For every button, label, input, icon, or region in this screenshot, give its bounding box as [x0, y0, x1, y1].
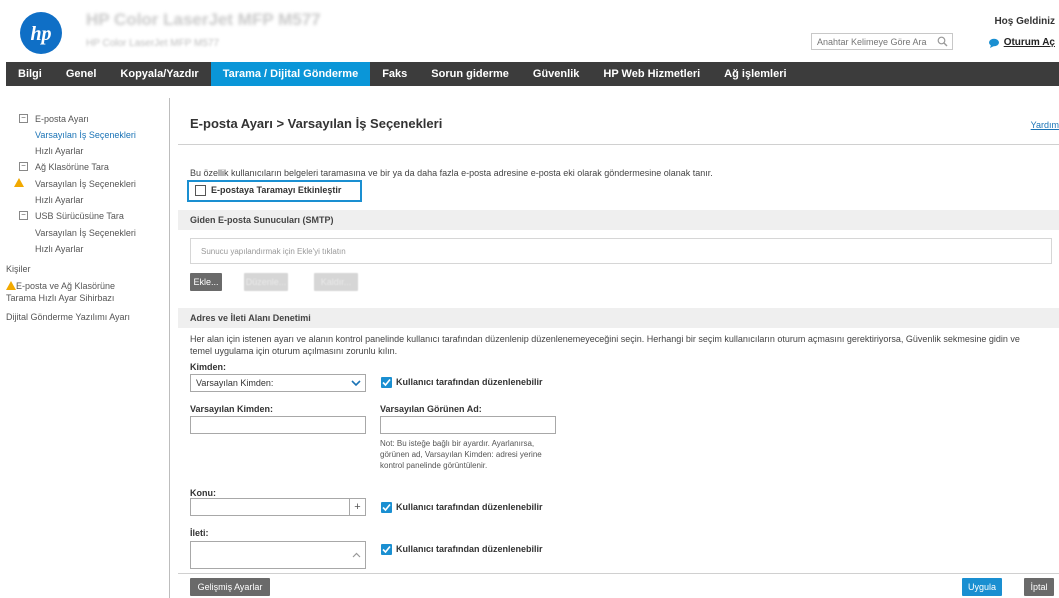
nav-item-1[interactable]: Genel — [54, 62, 109, 86]
sidebar-item-usb-default-options[interactable]: Varsayılan İş Seçenekleri — [35, 228, 136, 238]
sidebar-item-folder-default-options[interactable]: Varsayılan İş Seçenekleri — [35, 179, 136, 189]
nav-item-4[interactable]: Faks — [370, 62, 419, 86]
message-editable-label: Kullanıcı tarafından düzenlenebilir — [396, 544, 543, 554]
nav-item-6[interactable]: Güvenlik — [521, 62, 591, 86]
warning-icon — [14, 178, 24, 187]
enable-email-scan[interactable]: E-postaya Taramayı Etkinleştir — [187, 180, 362, 202]
sidebar: − E-posta Ayarı Varsayılan İş Seçenekler… — [6, 98, 170, 598]
nav-item-7[interactable]: HP Web Hizmetleri — [591, 62, 712, 86]
nav-item-2[interactable]: Kopyala/Yazdır — [108, 62, 210, 86]
collapse-toggle-icon[interactable]: − — [19, 162, 28, 171]
nav-item-0[interactable]: Bilgi — [6, 62, 54, 86]
search-box[interactable] — [811, 33, 953, 50]
scroll-up-icon[interactable] — [352, 552, 361, 558]
sidebar-item-network-folder[interactable]: Ağ Klasörüne Tara — [35, 162, 109, 172]
sidebar-item-email-default-options[interactable]: Varsayılan İş Seçenekleri — [35, 130, 136, 140]
smtp-server-list[interactable]: Sunucu yapılandırmak için Ekle'yi tıklat… — [190, 238, 1052, 264]
smtp-section-title: Giden E-posta Sunucuları (SMTP) — [190, 215, 334, 225]
plus-icon[interactable]: + — [349, 499, 365, 515]
hp-logo[interactable]: hp — [20, 12, 62, 54]
subject-label: Konu: — [190, 488, 216, 498]
address-description-line-2: temel uygulama için oturum açılmasını zo… — [190, 346, 398, 356]
product-subtitle: HP Color LaserJet MFP M577 — [86, 38, 220, 49]
default-from-input[interactable] — [190, 416, 366, 434]
subject-editable-label: Kullanıcı tarafından düzenlenebilir — [396, 502, 543, 512]
search-input[interactable] — [812, 34, 932, 49]
from-select-value: Varsayılan Kimden: — [196, 378, 274, 388]
sidebar-item-usb-quick-sets[interactable]: Hızlı Ayarlar — [35, 244, 83, 254]
search-icon[interactable] — [937, 36, 948, 47]
collapse-toggle-icon[interactable]: − — [19, 114, 28, 123]
sidebar-item-quick-set-wizard[interactable]: E-posta ve Ağ Klasörüne — [16, 281, 115, 291]
sign-in-link[interactable]: Oturum Aç — [988, 37, 1055, 48]
display-name-note: Not: Bu isteğe bağlı bir ayardır. Ayarla… — [380, 439, 542, 470]
display-name-label: Varsayılan Görünen Ad: — [380, 404, 482, 414]
subject-editable-checkbox[interactable] — [381, 502, 392, 513]
header: hp HP Color LaserJet MFP M577 HP Color L… — [0, 0, 1059, 62]
add-server-button[interactable]: Ekle... — [190, 273, 222, 291]
enable-email-scan-checkbox[interactable] — [195, 185, 206, 196]
sidebar-item-email-quick-sets[interactable]: Hızlı Ayarlar — [35, 146, 83, 156]
message-label: İleti: — [190, 528, 209, 538]
welcome-text: Hoş Geldiniz — [994, 16, 1055, 27]
smtp-section-header: Giden E-posta Sunucuları (SMTP) — [178, 210, 1059, 230]
from-label: Kimden: — [190, 362, 226, 372]
edit-server-button[interactable]: Düzenle... — [244, 273, 288, 291]
server-placeholder: Sunucu yapılandırmak için Ekle'yi tıklat… — [201, 247, 346, 256]
cancel-button[interactable]: İptal — [1024, 578, 1054, 596]
nav-item-3[interactable]: Tarama / Dijital Gönderme — [210, 62, 371, 86]
advanced-settings-button[interactable]: Gelişmiş Ayarlar — [190, 578, 270, 596]
svg-text:hp: hp — [30, 23, 51, 45]
nav-item-8[interactable]: Ağ işlemleri — [712, 62, 798, 86]
main-nav: Bilgi Genel Kopyala/Yazdır Tarama / Dijital… — [6, 62, 1059, 86]
subject-input[interactable]: + — [190, 498, 366, 516]
main-content: E-posta Ayarı > Varsayılan İş Seçenekler… — [178, 98, 1059, 598]
product-title: HP Color LaserJet MFP M577 — [86, 10, 321, 29]
address-description-line-1: Her alan için istenen ayarı ve alanın ko… — [190, 334, 1020, 344]
default-from-label: Varsayılan Kimden: — [190, 404, 274, 414]
sidebar-item-contacts[interactable]: Kişiler — [6, 264, 31, 274]
chat-bubble-icon — [988, 38, 999, 48]
help-link[interactable]: Yardım — [1031, 120, 1059, 130]
display-name-input[interactable] — [380, 416, 556, 434]
sidebar-item-digital-send-software[interactable]: Dijital Gönderme Yazılımı Ayarı — [6, 312, 130, 322]
page-title: E-posta Ayarı > Varsayılan İş Seçenekler… — [190, 116, 443, 131]
warning-icon — [6, 281, 16, 290]
sign-in-label: Oturum Aç — [1003, 37, 1055, 48]
chevron-down-icon[interactable] — [351, 380, 361, 387]
sidebar-item-email-setup[interactable]: E-posta Ayarı — [35, 114, 89, 124]
sidebar-item-usb[interactable]: USB Sürücüsüne Tara — [35, 211, 124, 221]
from-editable-checkbox[interactable] — [381, 377, 392, 388]
address-section-title: Adres ve İleti Alanı Denetimi — [190, 313, 311, 323]
sidebar-item-folder-quick-sets[interactable]: Hızlı Ayarlar — [35, 195, 83, 205]
nav-item-5[interactable]: Sorun giderme — [419, 62, 521, 86]
from-select[interactable]: Varsayılan Kimden: — [190, 374, 366, 392]
remove-server-button[interactable]: Kaldır... — [314, 273, 358, 291]
bottom-bar: Gelişmiş Ayarlar Uygula İptal — [178, 573, 1059, 598]
enable-email-scan-label: E-postaya Taramayı Etkinleştir — [211, 185, 342, 195]
apply-button[interactable]: Uygula — [962, 578, 1002, 596]
message-textarea[interactable] — [190, 541, 366, 569]
divider — [178, 144, 1059, 145]
collapse-toggle-icon[interactable]: − — [19, 211, 28, 220]
from-editable-label: Kullanıcı tarafından düzenlenebilir — [396, 377, 543, 387]
sidebar-item-quick-set-wizard-2[interactable]: Tarama Hızlı Ayar Sihirbazı — [6, 293, 114, 303]
message-editable-checkbox[interactable] — [381, 544, 392, 555]
address-section-header: Adres ve İleti Alanı Denetimi — [178, 308, 1059, 328]
feature-description: Bu özellik kullanıcıların belgeleri tara… — [190, 168, 713, 178]
